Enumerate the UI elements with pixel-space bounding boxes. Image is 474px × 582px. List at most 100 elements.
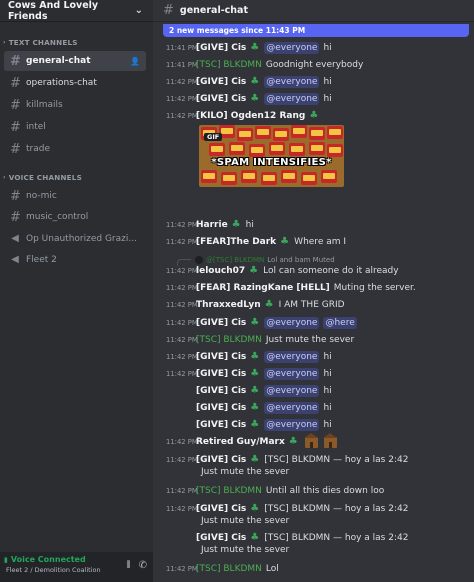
mention[interactable]: @everyone: [264, 402, 320, 414]
category-label: VOICE CHANNELS: [8, 173, 82, 182]
username[interactable]: [GIVE] Cis: [196, 532, 246, 544]
role-icon: [250, 76, 260, 88]
channel-label: killmails: [26, 100, 63, 110]
role-icon: [250, 503, 260, 515]
message-text: hi: [323, 420, 332, 430]
username[interactable]: [KILO] Ogden12 Rang: [196, 110, 305, 122]
username[interactable]: [GIVE] Cis: [196, 317, 246, 329]
role-icon: [289, 436, 299, 448]
channel-killmails[interactable]: # killmails: [4, 95, 146, 115]
house-emoji-icon: [322, 432, 337, 448]
mention[interactable]: @everyone: [264, 385, 320, 397]
username[interactable]: [GIVE] Cis: [196, 419, 246, 431]
timestamp: 11:41 PM: [166, 44, 198, 52]
role-icon: [232, 219, 242, 231]
category-label: TEXT CHANNELS: [8, 38, 78, 47]
hash-icon: #: [10, 97, 21, 113]
channel-no-mic[interactable]: # no-mic: [4, 186, 146, 206]
message-text: [TSC] BLKDMN — hoy a las 2:42: [264, 533, 409, 543]
message-text: Where am I: [294, 237, 347, 247]
role-icon: [250, 93, 260, 105]
speaker-icon: ◀: [11, 254, 19, 265]
channel-label: trade: [26, 144, 50, 154]
channel-header: # general-chat: [153, 0, 474, 22]
username[interactable]: [GIVE] Cis: [196, 503, 246, 515]
username[interactable]: [GIVE] Cis: [196, 368, 246, 380]
channel-label: Fleet 2: [26, 255, 57, 265]
timestamp: 11:41 PM: [166, 61, 198, 69]
channel-music-control[interactable]: # music_control: [4, 207, 146, 227]
message-text: hi: [323, 369, 332, 379]
role-icon: [280, 236, 290, 248]
channel-intel[interactable]: # intel: [4, 117, 146, 137]
username[interactable]: [TSC] BLKDMN: [196, 485, 262, 497]
mention[interactable]: @everyone: [264, 351, 320, 363]
username[interactable]: ThraxxedLyn: [196, 299, 261, 311]
username[interactable]: Retired Guy/Marx: [196, 436, 285, 448]
category-text-channels[interactable]: › TEXT CHANNELS: [0, 38, 78, 47]
message-text: hi: [245, 220, 254, 230]
mention[interactable]: @everyone: [264, 368, 320, 380]
category-voice-channels[interactable]: › VOICE CHANNELS: [0, 173, 82, 182]
username[interactable]: [TSC] BLKDMN: [196, 563, 262, 575]
timestamp: 11:42 PM: [166, 221, 198, 229]
username[interactable]: [GIVE] Cis: [196, 351, 246, 363]
username[interactable]: [GIVE] Cis: [196, 93, 246, 105]
house-emoji-icon: [303, 432, 318, 448]
role-icon: [250, 419, 260, 431]
channel-label: Op Unauthorized Grazi...: [26, 234, 137, 244]
role-icon: [250, 385, 260, 397]
speaker-icon: ◀: [11, 233, 19, 244]
message-continuation: Just mute the sever: [201, 516, 290, 526]
message-text: hi: [323, 94, 332, 104]
channel-sidebar: Cows And Lovely Friends ⌄ › TEXT CHANNEL…: [0, 0, 153, 582]
channel-label: no-mic: [26, 191, 57, 201]
message-text: hi: [323, 352, 332, 362]
username[interactable]: [FEAR]The Dark: [196, 236, 276, 248]
role-icon: [250, 351, 260, 363]
role-icon: [250, 532, 260, 544]
username[interactable]: [TSC] BLKDMN: [196, 334, 262, 346]
username[interactable]: lelouch07: [196, 265, 245, 277]
channel-trade[interactable]: # trade: [4, 139, 146, 159]
mention[interactable]: @everyone: [264, 419, 320, 431]
role-icon: [250, 454, 260, 466]
mention[interactable]: @everyone: [264, 42, 320, 54]
message-text: hi: [323, 43, 332, 53]
disconnect-icon[interactable]: ✆: [139, 560, 147, 571]
timestamp: 11:42 PM: [166, 238, 198, 246]
channel-operations-chat[interactable]: # operations-chat: [4, 73, 146, 93]
mention[interactable]: @everyone: [264, 317, 320, 329]
spam-gif[interactable]: GIF *SPAM INTENSIFIES*: [199, 125, 344, 187]
message-text: Muting the server.: [333, 283, 416, 293]
username[interactable]: [GIVE] Cis: [196, 76, 246, 88]
hash-icon: #: [163, 3, 174, 18]
channel-general-chat[interactable]: # general-chat 👤: [4, 51, 146, 71]
channel-fleet-2[interactable]: ◀ Fleet 2: [4, 250, 146, 270]
username[interactable]: [GIVE] Cis: [196, 402, 246, 414]
username[interactable]: [GIVE] Cis: [196, 454, 246, 466]
mention[interactable]: @everyone: [264, 76, 320, 88]
username[interactable]: [GIVE] Cis: [196, 42, 246, 54]
channel-op-unauthorized[interactable]: ◀ Op Unauthorized Grazi...: [4, 229, 146, 249]
chevron-down-icon[interactable]: ⌄: [135, 5, 143, 16]
new-messages-bar[interactable]: 2 new messages since 11:43 PM: [163, 24, 469, 37]
mention[interactable]: @here: [323, 317, 357, 329]
username[interactable]: [TSC] BLKDMN: [196, 59, 262, 71]
timestamp: 11:42 PM: [166, 301, 198, 309]
channel-label: intel: [26, 122, 46, 132]
username[interactable]: [FEAR] RazingKane [HELL]: [196, 282, 330, 294]
timestamp: 11:42 PM: [166, 95, 198, 103]
server-header[interactable]: Cows And Lovely Friends ⌄: [0, 0, 153, 22]
soundboard-icon[interactable]: ⫴: [126, 560, 130, 571]
channel-label: operations-chat: [26, 78, 97, 88]
username[interactable]: Harrie: [196, 219, 228, 231]
add-user-icon[interactable]: 👤: [130, 57, 140, 66]
mention[interactable]: @everyone: [264, 93, 320, 105]
username[interactable]: [GIVE] Cis: [196, 385, 246, 397]
caret-icon: ›: [3, 39, 6, 46]
timestamp: 11:42 PM: [166, 438, 198, 446]
role-icon: [309, 110, 319, 122]
reply-preview[interactable]: @[TSC] BLKDMN Lol and bam Muted: [153, 254, 474, 266]
gif-badge: GIF: [204, 133, 223, 141]
